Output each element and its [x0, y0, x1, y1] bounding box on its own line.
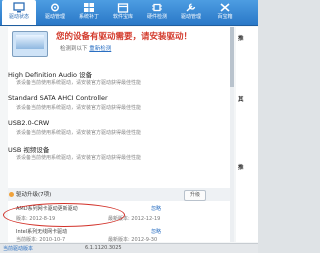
warning-dot-icon	[9, 192, 14, 197]
driver-row[interactable]: Intel系列无线网卡驱动 忽略	[16, 228, 161, 235]
tools-icon	[220, 3, 230, 12]
chip-icon	[152, 3, 162, 12]
toolbar-driver-manage-2[interactable]: 驱动管理	[174, 0, 208, 25]
toolbar-label: 系统补丁	[78, 14, 99, 20]
side-item[interactable]: 推	[238, 163, 244, 171]
device-list: High Definition Audio 设备 该设备当前使用系统驱动，请安装…	[3, 65, 234, 243]
ignore-button[interactable]: 忽略	[151, 205, 161, 212]
side-item[interactable]: 推	[238, 34, 244, 42]
toolbar-label: 驱动管理	[44, 14, 65, 20]
device-title: High Definition Audio 设备	[8, 71, 93, 79]
device-title: USB 视频设备	[8, 146, 50, 154]
upgrade-button[interactable]: 升级	[184, 190, 206, 201]
toolbar-software-store[interactable]: 软件宝库	[106, 0, 140, 25]
device-note: 该设备当前使用系统驱动，请安装官方驱动获得最佳性能	[16, 105, 142, 111]
status-text: 当前驱动版本	[3, 246, 34, 252]
side-item[interactable]: 其	[238, 95, 244, 103]
status-banner: 您的设备有驱动需要，请安装驱动！ 检测到以下 重新检测	[8, 27, 234, 62]
toolbar-label: 软件宝库	[112, 14, 133, 20]
rescan-link[interactable]: 重新检测	[89, 46, 111, 52]
toolbar-driver-status[interactable]: 驱动状态	[2, 0, 36, 25]
monitor-illustration	[12, 31, 48, 57]
toolbar-system-patch[interactable]: 系统补丁	[72, 0, 106, 25]
monitor-icon	[13, 2, 25, 13]
box-icon	[117, 3, 129, 13]
driver-name: Intel系列无线网卡驱动	[16, 229, 68, 235]
upgrade-group-header[interactable]: 驱动升级(7项) 升级	[8, 188, 230, 201]
scrollbar-thumb[interactable]	[230, 27, 234, 87]
toolbar-hardware-check[interactable]: 硬件检测	[140, 0, 174, 25]
toolbar-label: 驱动状态	[8, 14, 29, 20]
main-panel: 您的设备有驱动需要，请安装驱动！ 检测到以下 重新检测 High Definit…	[3, 27, 234, 243]
device-note: 该设备当前使用系统驱动，请安装官方驱动获得最佳性能	[16, 155, 142, 161]
wrench-icon	[186, 3, 196, 12]
toolbar-label: 百宝箱	[217, 14, 233, 20]
driver-version-row: 当前版本: 2010-10-7 最新版本: 2012-9-30	[16, 236, 157, 243]
toolbar-label: 硬件检测	[146, 14, 167, 20]
device-note: 该设备当前使用系统驱动，请安装官方驱动获得最佳性能	[16, 80, 142, 86]
toolbar-toolbox[interactable]: 百宝箱	[208, 0, 242, 25]
toolbar-label: 驱动管理	[180, 14, 201, 20]
gear-icon	[51, 3, 59, 12]
banner-subline-prefix: 检测到以下	[60, 46, 88, 52]
device-title: Standard SATA AHCI Controller	[8, 94, 108, 102]
side-panel: 推 其 推	[236, 27, 258, 242]
top-toolbar: 驱动状态 驱动管理 系统补丁 软件宝库 硬件检测 驱动管理 百宝箱	[0, 0, 258, 26]
banner-headline: 您的设备有驱动需要，请安装驱动！	[56, 32, 193, 42]
driver-app: 驱动状态 驱动管理 系统补丁 软件宝库 硬件检测 驱动管理 百宝箱 您的设备有驱…	[0, 0, 258, 253]
device-title: USB2.0-CRW	[8, 119, 50, 127]
app-version: 6.1.1120.3025	[85, 245, 122, 251]
driver-new-version: 最新版本: 2012-9-30	[108, 237, 158, 243]
upgrade-group-title: 驱动升级(7项)	[16, 192, 52, 198]
ignore-button[interactable]: 忽略	[151, 228, 161, 235]
device-note: 该设备当前使用系统驱动，请安装官方驱动获得最佳性能	[16, 130, 142, 136]
scrollbar[interactable]	[230, 27, 234, 242]
toolbar-driver-manage[interactable]: 驱动管理	[38, 0, 72, 25]
banner-subline: 检测到以下 重新检测	[60, 44, 111, 52]
highlight-ellipse	[3, 203, 125, 227]
windows-icon	[84, 3, 94, 12]
status-bar: 当前驱动版本 6.1.1120.3025	[0, 243, 258, 253]
